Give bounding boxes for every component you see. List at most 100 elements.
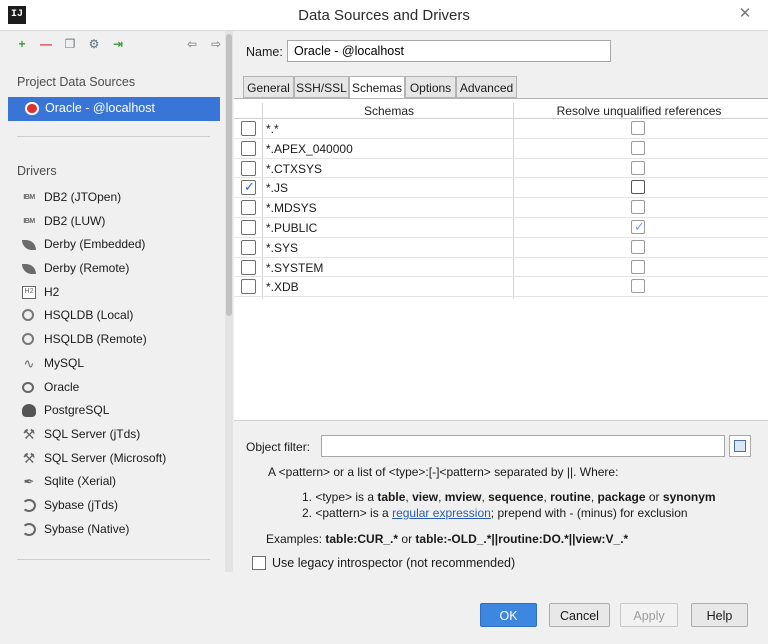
back-icon[interactable]: ⇦ — [184, 36, 200, 52]
filter-expand-button[interactable] — [729, 435, 751, 457]
help-text: ; prepend with - (minus) for exclusion — [490, 506, 688, 520]
schema-checkbox[interactable] — [241, 239, 256, 255]
table-row[interactable]: *.CTXSYS — [234, 159, 768, 179]
table-row[interactable]: *.SYSTEM — [234, 258, 768, 278]
table-row[interactable]: *.XDB — [234, 277, 768, 298]
driver-label: PostgreSQL — [44, 403, 110, 418]
duplicate-icon[interactable]: ❐ — [62, 36, 78, 52]
help-button[interactable]: Help — [691, 603, 748, 627]
help-text: 1. <type> is a — [302, 490, 375, 504]
type-keyword: sequence — [488, 490, 544, 504]
table-row[interactable]: *.SYS — [234, 238, 768, 258]
table-row[interactable]: *.* — [234, 119, 768, 139]
scrollbar-thumb[interactable] — [226, 34, 232, 316]
close-button[interactable]: ✕ — [732, 4, 758, 24]
driver-item-sqlite-xerial[interactable]: ✒ Sqlite (Xerial) — [0, 470, 225, 494]
sidebar-scrollbar[interactable] — [225, 31, 233, 572]
tab-ssh-ssl[interactable]: SSH/SSL — [294, 76, 349, 98]
schema-checkbox[interactable] — [241, 259, 256, 275]
driver-item-mysql[interactable]: ∿ MySQL — [0, 352, 225, 376]
resolve-checkbox[interactable] — [631, 279, 645, 294]
type-keyword: package — [597, 490, 646, 504]
remove-icon[interactable]: — — [38, 36, 54, 52]
type-keyword: synonym — [662, 490, 716, 504]
driver-label: DB2 (LUW) — [44, 213, 106, 228]
driver-item-sybase-native[interactable]: Sybase (Native) — [0, 518, 225, 542]
name-input[interactable] — [287, 40, 611, 62]
oracle-icon — [22, 381, 34, 393]
driver-item-derby-embedded[interactable]: Derby (Embedded) — [0, 233, 225, 257]
cancel-button[interactable]: Cancel — [549, 603, 610, 627]
driver-item-oracle[interactable]: Oracle — [0, 376, 225, 400]
schema-checkbox[interactable] — [241, 220, 256, 235]
ibm-icon: IBM — [23, 194, 35, 201]
driver-label: MySQL — [44, 355, 85, 370]
schema-pattern: *.SYS — [266, 240, 299, 255]
resolve-checkbox[interactable] — [631, 160, 645, 175]
driver-item-hsqldb-remote[interactable]: HSQLDB (Remote) — [0, 328, 225, 352]
driver-item-postgresql[interactable]: PostgreSQL — [0, 399, 225, 423]
resolve-checkbox[interactable] — [631, 239, 645, 254]
schema-checkbox[interactable] — [241, 121, 256, 136]
regular-expression-link[interactable]: regular expression — [392, 506, 491, 520]
column-header-schemas[interactable]: Schemas — [264, 104, 514, 118]
schema-pattern: *.CTXSYS — [266, 161, 323, 176]
import-icon[interactable]: ⇥ — [110, 36, 126, 52]
table-row[interactable]: *.MDSYS — [234, 198, 768, 218]
window-title: Data Sources and Drivers — [298, 7, 470, 24]
apply-button[interactable]: Apply — [620, 603, 678, 627]
h2-icon: H2 — [22, 285, 36, 299]
driver-label: Sybase (Native) — [44, 521, 130, 536]
resolve-checkbox[interactable] — [631, 121, 645, 135]
sqlite-icon: ✒ — [23, 474, 35, 490]
close-icon: ✕ — [738, 5, 752, 22]
resolve-checkbox[interactable]: ✓ — [631, 219, 645, 234]
filter-help-item-2: 2. <pattern> is a regular expression; pr… — [302, 506, 688, 520]
driver-item-sql-server-microsoft[interactable]: ⚒ SQL Server (Microsoft) — [0, 447, 225, 471]
driver-label: Derby (Embedded) — [44, 237, 146, 252]
sqlserver-icon: ⚒ — [22, 425, 36, 442]
table-row[interactable]: *.PUBLIC ✓ — [234, 218, 768, 238]
driver-item-db2-jtopen[interactable]: IBM DB2 (JTOpen) — [0, 186, 225, 210]
title-bar: IJ Data Sources and Drivers ✕ — [0, 0, 768, 31]
schema-checkbox[interactable] — [241, 279, 256, 295]
schema-pattern: *.JS — [266, 181, 289, 196]
tab-schemas[interactable]: Schemas — [349, 76, 405, 99]
object-filter-input[interactable] — [321, 435, 725, 457]
column-header-resolve[interactable]: Resolve unqualified references — [514, 104, 764, 118]
driver-item-derby-remote[interactable]: Derby (Remote) — [0, 257, 225, 281]
forward-icon[interactable]: ⇨ — [208, 36, 224, 52]
settings-icon[interactable]: ⚙ — [86, 36, 102, 52]
schema-checkbox[interactable] — [241, 140, 256, 156]
help-text: or — [648, 490, 660, 504]
driver-item-hsqldb-local[interactable]: HSQLDB (Local) — [0, 304, 225, 328]
sqlserver-icon: ⚒ — [22, 449, 36, 466]
schema-checkbox[interactable] — [241, 160, 256, 176]
sybase-icon — [22, 522, 36, 536]
driver-item-sql-server-jtds[interactable]: ⚒ SQL Server (jTds) — [0, 423, 225, 447]
resolve-checkbox[interactable] — [631, 140, 645, 155]
resolve-checkbox[interactable] — [631, 259, 645, 274]
tab-general[interactable]: General — [243, 76, 294, 98]
resolve-checkbox[interactable] — [631, 180, 645, 195]
ok-button[interactable]: OK — [480, 603, 537, 627]
schema-checkbox[interactable]: ✓ — [241, 179, 256, 196]
project-data-sources-title: Project Data Sources — [17, 75, 136, 89]
driver-label: SQL Server (Microsoft) — [44, 450, 167, 465]
tab-advanced[interactable]: Advanced — [456, 76, 517, 98]
driver-label: DB2 (JTOpen) — [44, 190, 122, 204]
project-item-oracle-localhost[interactable]: Oracle - @localhost — [8, 97, 220, 121]
table-row[interactable]: *.APEX_040000 — [234, 139, 768, 159]
add-icon[interactable]: + — [14, 36, 30, 52]
driver-item-db2-luw[interactable]: IBM DB2 (LUW) — [0, 210, 225, 234]
check-icon: ✓ — [634, 219, 645, 234]
tab-options[interactable]: Options — [405, 76, 456, 98]
driver-item-sybase-jtds[interactable]: Sybase (jTds) — [0, 494, 225, 518]
driver-item-h2[interactable]: H2 H2 — [0, 281, 225, 305]
resolve-checkbox[interactable] — [631, 200, 645, 215]
table-row[interactable]: ✓ *.JS — [234, 178, 768, 199]
drivers-title: Drivers — [17, 164, 57, 178]
schema-checkbox[interactable] — [241, 200, 256, 216]
check-icon: ✓ — [244, 179, 255, 195]
legacy-introspector-checkbox[interactable] — [252, 556, 266, 570]
